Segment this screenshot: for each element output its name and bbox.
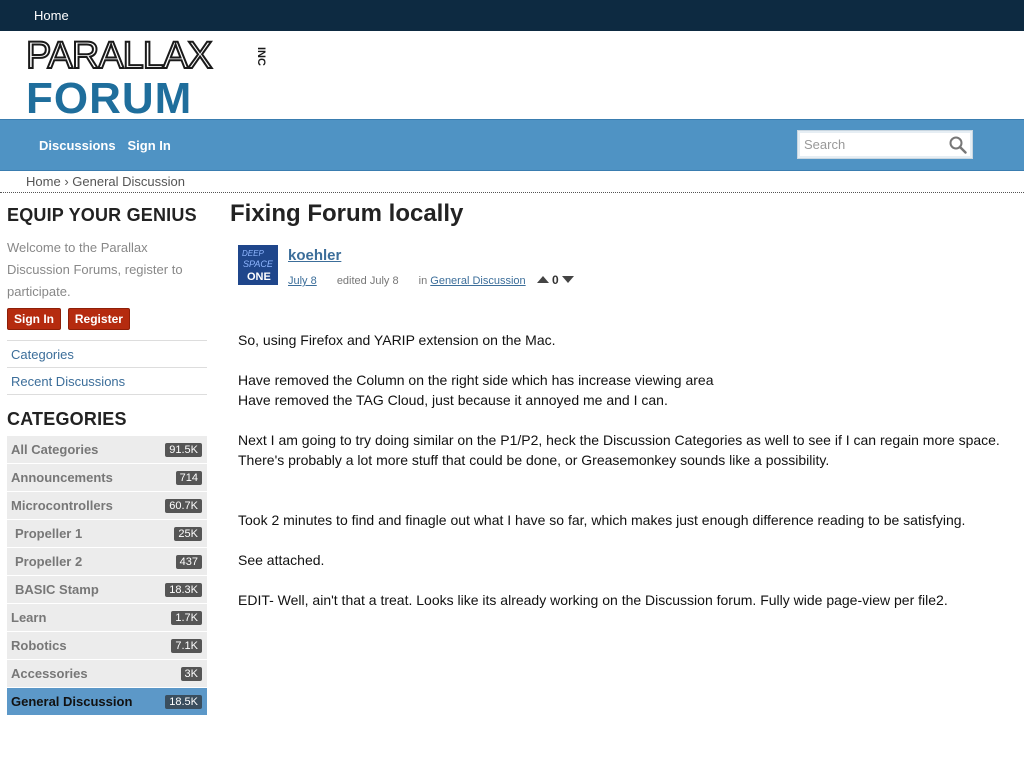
category-label: Microcontrollers [11, 498, 113, 513]
category-count-badge: 18.3K [165, 583, 202, 597]
logo-suffix: INC [255, 47, 267, 66]
category-item-accessories[interactable]: Accessories 3K [7, 660, 207, 688]
category-item-propeller-2[interactable]: Propeller 2 437 [7, 548, 207, 576]
category-count-badge: 25K [174, 527, 202, 541]
main-nav: Discussions Sign In [0, 119, 1024, 171]
post-meta-line: July 8 edited July 8 in General Discussi… [288, 273, 575, 287]
post-line: Have removed the Column on the right sid… [238, 372, 714, 388]
category-label: Propeller 1 [15, 526, 83, 541]
sidebar-link-categories[interactable]: Categories [7, 341, 207, 368]
post-line: Next I am going to try doing similar on … [238, 432, 1000, 448]
categories-heading: CATEGORIES [7, 409, 127, 429]
top-bar: Home [0, 0, 1024, 31]
category-item-learn[interactable]: Learn 1.7K [7, 604, 207, 632]
nav-sign-in[interactable]: Sign In [127, 138, 170, 153]
sidebar-heading: EQUIP YOUR GENIUS [7, 205, 197, 225]
category-item-all[interactable]: All Categories 91.5K [7, 436, 207, 464]
avatar-text-line2: SPACE [243, 259, 274, 269]
post-in-label: in [418, 275, 428, 287]
author-link[interactable]: koehler [288, 247, 341, 264]
category-label: BASIC Stamp [15, 582, 99, 597]
category-count-badge: 7.1K [171, 639, 202, 653]
category-item-basic-stamp[interactable]: BASIC Stamp 18.3K [7, 576, 207, 604]
category-count-badge: 3K [180, 667, 202, 681]
post-meta: DEEP SPACE ONE koehler July 8 edited Jul… [230, 245, 1010, 305]
search-input[interactable] [804, 131, 944, 158]
category-item-robotics[interactable]: Robotics 7.1K [7, 632, 207, 660]
breadcrumb-home[interactable]: Home [26, 174, 61, 189]
downvote-icon[interactable] [562, 276, 575, 283]
logo-line1: PARALLAX [26, 39, 212, 77]
category-label: All Categories [11, 442, 99, 457]
category-item-microcontrollers[interactable]: Microcontrollers 60.7K [7, 492, 207, 520]
category-label: Learn [11, 610, 47, 625]
search-box [797, 130, 973, 159]
welcome-text: Welcome to the Parallax Discussion Forum… [7, 240, 183, 299]
category-label: Propeller 2 [15, 554, 83, 569]
category-label: General Discussion [11, 694, 133, 709]
discussion-title: Fixing Forum locally [230, 200, 464, 227]
post-date[interactable]: July 8 [288, 275, 317, 287]
breadcrumb-current[interactable]: General Discussion [72, 174, 185, 189]
category-item-propeller-1[interactable]: Propeller 1 25K [7, 520, 207, 548]
sidebar-links: Categories Recent Discussions [7, 340, 207, 395]
category-count-badge: 437 [175, 555, 202, 569]
vote-widget: 0 [536, 273, 575, 287]
category-label: Announcements [11, 470, 113, 485]
vote-score: 0 [552, 273, 559, 287]
discussion-main: Fixing Forum locally DEEP SPACE ONE koeh… [230, 200, 1010, 630]
category-count-badge: 60.7K [165, 499, 202, 513]
category-count-badge: 91.5K [165, 443, 202, 457]
logo-line2: FORUM [26, 74, 192, 119]
post-line: Have removed the TAG Cloud, just because… [238, 392, 668, 408]
parallax-forum-logo[interactable]: PARALLAX FORUM INC [26, 39, 276, 119]
post-body: So, using Firefox and YARIP extension on… [238, 330, 1010, 610]
post-paragraph: Took 2 minutes to find and finagle out w… [238, 512, 966, 528]
register-button[interactable]: Register [67, 308, 130, 330]
category-item-general-discussion[interactable]: General Discussion 18.5K [7, 688, 207, 716]
category-count-badge: 714 [175, 471, 202, 485]
post-paragraph: EDIT- Well, ain't that a treat. Looks li… [238, 592, 948, 608]
upvote-icon[interactable] [536, 276, 549, 283]
avatar-text-line1: DEEP [242, 249, 264, 258]
category-item-announcements[interactable]: Announcements 714 [7, 464, 207, 492]
category-count-badge: 18.5K [165, 695, 202, 709]
breadcrumb-separator: › [64, 174, 69, 189]
category-label: Accessories [11, 666, 88, 681]
banner: PARALLAX FORUM INC [0, 31, 1024, 119]
top-home-link[interactable]: Home [34, 8, 69, 23]
avatar-text-line3: ONE [247, 271, 271, 283]
post-line: There's probably a lot more stuff that c… [238, 452, 830, 468]
breadcrumb: Home › General Discussion [0, 171, 1024, 193]
category-count-badge: 1.7K [171, 611, 202, 625]
sidebar-sign-in-button[interactable]: Sign In [7, 308, 61, 330]
nav-discussions[interactable]: Discussions [39, 138, 116, 153]
category-label: Robotics [11, 638, 67, 653]
category-list: All Categories 91.5K Announcements 714 M… [7, 436, 207, 716]
sidebar-link-recent-discussions[interactable]: Recent Discussions [7, 368, 207, 395]
search-icon[interactable] [949, 136, 967, 154]
post-category-link[interactable]: General Discussion [430, 275, 525, 287]
sidebar: EQUIP YOUR GENIUS Welcome to the Paralla… [7, 205, 207, 716]
avatar[interactable]: DEEP SPACE ONE [238, 245, 278, 285]
post-paragraph: See attached. [238, 552, 325, 568]
post-edited: edited July 8 [336, 275, 399, 287]
post-paragraph: So, using Firefox and YARIP extension on… [238, 332, 556, 348]
